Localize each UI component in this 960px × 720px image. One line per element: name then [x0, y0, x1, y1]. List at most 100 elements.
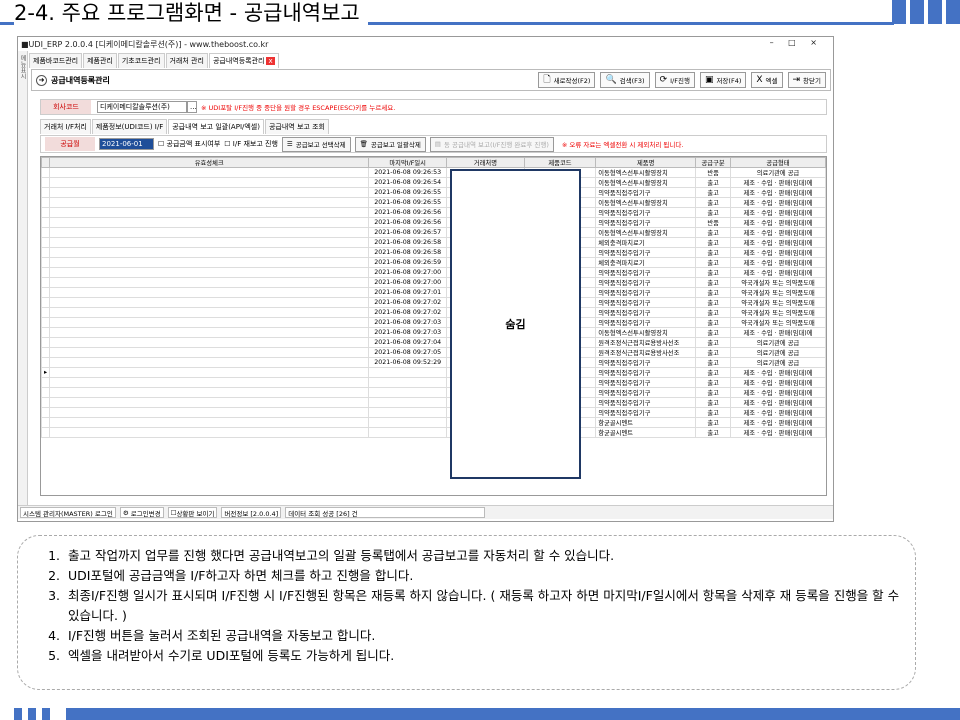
table-row[interactable]: 의약품직접주입기구 출고 제조 · 수입 · 판매(임대)에	[41, 377, 826, 388]
cell-supply-type[interactable]: 출고	[695, 367, 732, 378]
cell-product-name[interactable]: 의약품직접주입기구	[595, 407, 697, 418]
cell-supply-type[interactable]: 출고	[695, 417, 732, 428]
cell-last-if[interactable]: 2021-06-08 09:26:56	[368, 207, 448, 218]
table-cell[interactable]	[49, 197, 370, 208]
search-button[interactable]: 🔍 검색(F3)	[600, 72, 650, 88]
cell-last-if[interactable]: 2021-06-08 09:27:01	[368, 287, 448, 298]
cell-supply-type[interactable]: 출고	[695, 327, 732, 338]
status-board-checkbox[interactable]: ☐ 상황판 보이기	[167, 507, 218, 518]
cell-supply-type[interactable]: 출고	[695, 207, 732, 218]
if-run-button[interactable]: ⟳ I/F진행	[654, 72, 695, 88]
cell-product-name[interactable]: 체외충격파치료기	[595, 257, 697, 268]
table-cell[interactable]	[49, 177, 370, 188]
cell-supply-type[interactable]: 출고	[695, 277, 732, 288]
table-cell[interactable]	[49, 407, 370, 418]
table-row[interactable]: 2021-06-08 09:27:01 의약품직접주입기구 출고 약국개설자 또는 의…	[41, 287, 826, 298]
cell-last-if[interactable]	[368, 407, 448, 418]
cell-supply-type[interactable]: 출고	[695, 377, 732, 388]
cell-product-name[interactable]: 체외충격파치료기	[595, 237, 697, 248]
table-cell[interactable]	[41, 427, 51, 438]
table-cell[interactable]	[41, 217, 51, 228]
tab-basic-code[interactable]: 기초코드관리	[117, 53, 165, 68]
cell-supply-form[interactable]: 제조 · 수입 · 판매(임대)에	[730, 227, 826, 238]
col-client[interactable]: 거래처명	[446, 157, 525, 168]
subtab-product-if[interactable]: 제품정보(UDI코드) I/F	[91, 119, 168, 134]
cell-product-name[interactable]: 항균골시멘트	[595, 427, 697, 438]
table-cell[interactable]	[41, 307, 51, 318]
cell-supply-type[interactable]: 출고	[695, 397, 732, 408]
cell-last-if[interactable]: 2021-06-08 09:27:03	[368, 327, 448, 338]
cell-supply-type[interactable]: 출고	[695, 307, 732, 318]
cell-supply-type[interactable]: 출고	[695, 407, 732, 418]
cell-supply-type[interactable]: 출고	[695, 317, 732, 328]
table-cell[interactable]	[49, 367, 370, 378]
cell-product-name[interactable]: 의약품직접주입기구	[595, 287, 697, 298]
table-cell[interactable]	[49, 267, 370, 278]
table-cell[interactable]	[41, 297, 51, 308]
cell-supply-form[interactable]: 제조 · 수입 · 판매(임대)에	[730, 407, 826, 418]
close-window-button[interactable]: ⇥ 창닫기	[787, 72, 826, 88]
table-cell[interactable]	[41, 347, 51, 358]
cell-supply-type[interactable]: 출고	[695, 187, 732, 198]
cell-product-name[interactable]: 이동형엑스선투시촬영장치	[595, 327, 697, 338]
tab-supply[interactable]: 공급내역등록관리 x	[208, 53, 279, 68]
cell-supply-form[interactable]: 약국개설자 또는 의약품도매	[730, 277, 826, 288]
cell-last-if[interactable]: 2021-06-08 09:27:00	[368, 267, 448, 278]
table-cell[interactable]	[49, 257, 370, 268]
cell-supply-form[interactable]: 약국개설자 또는 의약품도매	[730, 297, 826, 308]
table-cell[interactable]	[49, 427, 370, 438]
table-row[interactable]: 항균골시멘트 출고 제조 · 수입 · 판매(임대)에	[41, 417, 826, 428]
table-row[interactable]: 2021-06-08 09:26:56 의약품직접주입기구 반품 제조 · 수입 · …	[41, 217, 826, 228]
cell-supply-type[interactable]: 출고	[695, 247, 732, 258]
table-cell[interactable]	[49, 247, 370, 258]
table-cell[interactable]	[49, 217, 370, 228]
subtab-report-query[interactable]: 공급내역 보고 조회	[264, 119, 329, 134]
cell-product-name[interactable]: 의약품직접주입기구	[595, 187, 697, 198]
cell-product-name[interactable]: 의약품직접주입기구	[595, 297, 697, 308]
cell-supply-form[interactable]: 제조 · 수입 · 판매(임대)에	[730, 247, 826, 258]
table-row[interactable]: 2021-06-08 09:52:29 의약품직접주입기구 출고 의료기관에 공급	[41, 357, 826, 368]
table-cell[interactable]	[49, 387, 370, 398]
cell-last-if[interactable]: 2021-06-08 09:26:58	[368, 237, 448, 248]
checkbox-rereport[interactable]: ☐ I/F 재보고 진행	[224, 139, 278, 149]
table-cell[interactable]	[41, 247, 51, 258]
cell-product-name[interactable]: 의약품직접주입기구	[595, 367, 697, 378]
cell-product-name[interactable]: 원격조정식근접치료용방사선조	[595, 337, 697, 348]
cell-last-if[interactable]: 2021-06-08 09:26:55	[368, 197, 448, 208]
cell-last-if[interactable]	[368, 367, 448, 378]
table-cell[interactable]	[41, 327, 51, 338]
cell-last-if[interactable]: 2021-06-08 09:26:57	[368, 227, 448, 238]
table-cell[interactable]	[49, 167, 370, 178]
table-cell[interactable]	[49, 417, 370, 428]
table-cell[interactable]	[49, 287, 370, 298]
cell-supply-form[interactable]: 의료기관에 공급	[730, 167, 826, 178]
new-button[interactable]: 🗋 새로작성(F2)	[538, 72, 596, 88]
cell-supply-form[interactable]: 제조 · 수입 · 판매(임대)에	[730, 387, 826, 398]
cell-product-name[interactable]: 의약품직접주입기구	[595, 317, 697, 328]
table-row[interactable]: 2021-06-08 09:26:57 이동형엑스선투시촬영장치 출고 제조 · 수입…	[41, 227, 826, 238]
table-cell[interactable]	[49, 347, 370, 358]
table-cell[interactable]	[41, 397, 51, 408]
login-change-button[interactable]: ⚙ 로그인변경	[119, 507, 164, 518]
table-cell[interactable]	[41, 387, 51, 398]
close-icon[interactable]: x	[266, 57, 275, 65]
table-row[interactable]: 2021-06-08 09:27:04 원격조정식근접치료용방사선조 출고 의료기관에…	[41, 337, 826, 348]
table-cell[interactable]	[41, 177, 51, 188]
cell-last-if[interactable]	[368, 397, 448, 408]
table-row[interactable]: 의약품직접주입기구 출고 제조 · 수입 · 판매(임대)에	[41, 397, 826, 408]
cell-supply-form[interactable]: 의료기관에 공급	[730, 357, 826, 368]
table-row[interactable]: 2021-06-08 09:26:53 이동형엑스선투시촬영장치 반품 의료기관에 공…	[41, 167, 826, 178]
select-delete-button[interactable]: ☰ 공급보고 선택삭제	[281, 136, 351, 152]
cell-last-if[interactable]	[368, 387, 448, 398]
table-row[interactable]: ▸ 의약품직접주입기구 출고 제조 · 수입 · 판매(임대)에	[41, 367, 826, 378]
table-cell[interactable]	[49, 377, 370, 388]
cell-supply-type[interactable]: 출고	[695, 197, 732, 208]
table-row[interactable]: 2021-06-08 09:27:03 이동형엑스선투시촬영장치 출고 제조 · 수입…	[41, 327, 826, 338]
tab-client[interactable]: 거래처 관리	[165, 53, 208, 68]
cell-last-if[interactable]: 2021-06-08 09:26:53	[368, 167, 448, 178]
col-product-name[interactable]: 제품명	[595, 157, 697, 168]
table-row[interactable]: 2021-06-08 09:26:55 의약품직접주입기구 출고 제조 · 수입 · …	[41, 187, 826, 198]
table-cell[interactable]	[41, 277, 51, 288]
table-cell[interactable]	[41, 287, 51, 298]
tab-product[interactable]: 제품관리	[83, 53, 117, 68]
